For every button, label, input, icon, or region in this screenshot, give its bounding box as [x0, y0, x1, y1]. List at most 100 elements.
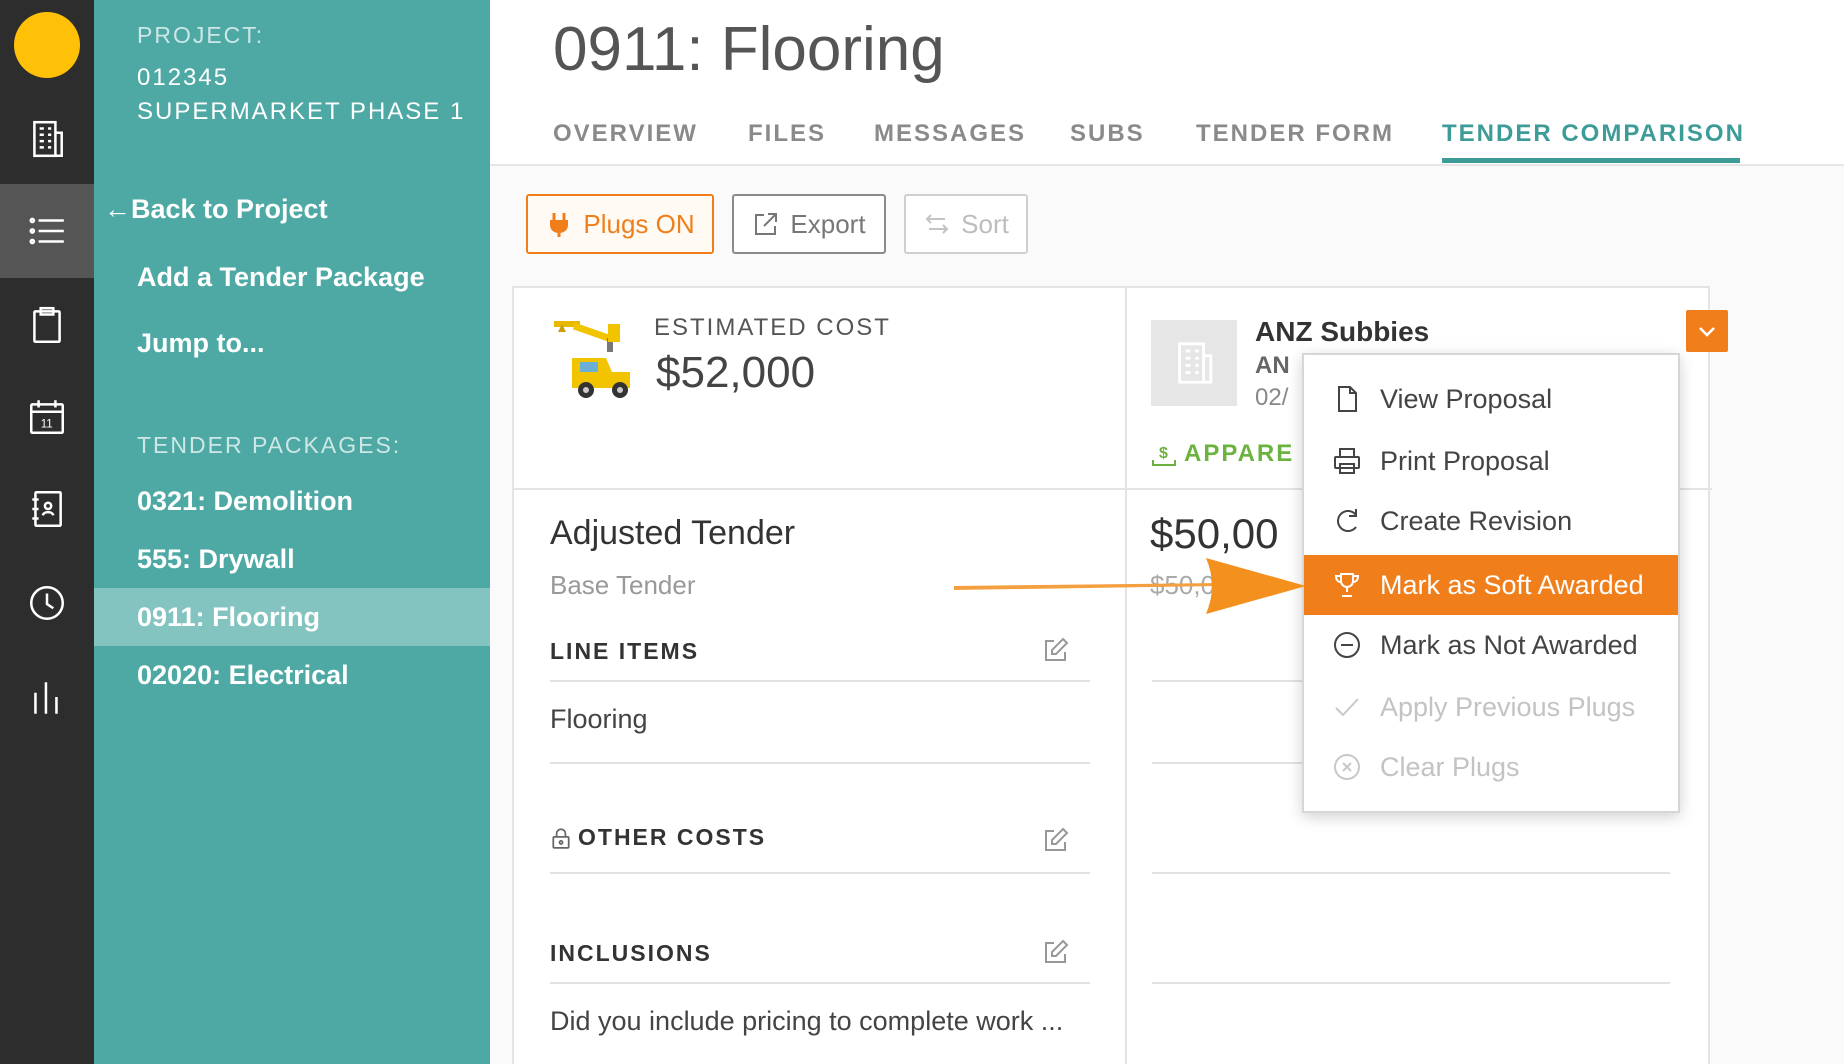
clock-icon [29, 585, 65, 621]
arrow-left-icon: ← [104, 194, 131, 224]
list-icon [29, 217, 64, 245]
rail-item-calendar[interactable]: 11 [0, 370, 94, 464]
back-to-project-link[interactable]: ←Back to Project [104, 194, 328, 225]
menu-item-create-revision[interactable]: Create Revision [1304, 491, 1678, 551]
menu-item-apply-previous-plugs[interactable]: Apply Previous Plugs [1304, 677, 1678, 737]
estimated-cost-label: ESTIMATED COST [654, 314, 891, 341]
tender-packages-label: TENDER PACKAGES: [137, 432, 402, 458]
building-icon [33, 120, 63, 158]
dollar-tray-icon: $ [1152, 445, 1176, 466]
bidder-logo [1151, 320, 1237, 406]
tab-subs[interactable]: SUBS [1070, 120, 1145, 148]
base-tender-label: Base Tender [550, 570, 696, 600]
divider [1152, 872, 1670, 874]
add-tender-package-link[interactable]: Add a Tender Package [137, 262, 425, 293]
bar-chart-icon [34, 682, 58, 714]
tab-messages[interactable]: MESSAGES [874, 120, 1026, 148]
menu-item-print-proposal[interactable]: Print Proposal [1304, 431, 1678, 491]
sort-label: Sort [961, 208, 1009, 239]
inclusions-label: INCLUSIONS [550, 940, 712, 966]
tab-tender-form[interactable]: TENDER FORM [1196, 120, 1394, 148]
lock-icon [552, 827, 570, 849]
printer-icon [1334, 448, 1360, 474]
page-title: 0911: Flooring [553, 15, 945, 84]
rail-item-tenders[interactable] [0, 184, 94, 278]
crane-truck-icon [554, 321, 630, 398]
menu-item-label: Clear Plugs [1380, 751, 1520, 782]
close-circle-icon [1334, 754, 1360, 780]
menu-item-label: Mark as Not Awarded [1380, 629, 1638, 660]
active-tab-indicator [1442, 158, 1740, 163]
project-name: SUPERMARKET PHASE 1 [137, 98, 466, 125]
trophy-icon [1334, 573, 1360, 597]
other-costs-text: OTHER COSTS [578, 824, 767, 850]
rail-item-reports[interactable] [0, 650, 94, 744]
edit-icon[interactable] [1042, 826, 1070, 854]
package-item-drywall[interactable]: 555: Drywall [94, 530, 490, 588]
menu-item-label: Create Revision [1380, 505, 1573, 536]
address-book-icon [32, 490, 62, 528]
edit-icon[interactable] [1042, 938, 1070, 966]
bidder-actions-menu: View Proposal Print Proposal Create Revi… [1302, 353, 1680, 813]
menu-item-view-proposal[interactable]: View Proposal [1304, 369, 1678, 429]
sort-button[interactable]: Sort [904, 194, 1028, 254]
inclusion-row: Did you include pricing to complete work… [550, 1006, 1064, 1036]
menu-item-mark-soft-awarded[interactable]: Mark as Soft Awarded [1304, 555, 1678, 615]
package-item-flooring[interactable]: 0911: Flooring [94, 588, 490, 646]
building-icon [1178, 342, 1213, 384]
chevron-down-icon [1699, 327, 1715, 337]
jump-to-link[interactable]: Jump to... [137, 328, 265, 359]
check-icon [1335, 698, 1359, 717]
bidder-actions-dropdown-toggle[interactable] [1686, 310, 1728, 352]
tab-files[interactable]: FILES [748, 120, 826, 148]
bidder-status: $ APPARE [1150, 440, 1294, 468]
other-costs-label: OTHER COSTS [550, 824, 766, 851]
divider [550, 872, 1090, 874]
sort-arrows-icon [925, 214, 949, 234]
menu-item-label: View Proposal [1380, 383, 1553, 414]
icon-rail: 11 [0, 0, 94, 1064]
divider [550, 680, 1090, 682]
rail-item-contacts[interactable] [0, 462, 94, 556]
project-label: PROJECT: [137, 22, 265, 48]
callout-arrow [954, 558, 1306, 614]
svg-text:11: 11 [41, 419, 53, 431]
line-item-row: Flooring [550, 704, 648, 734]
package-item-electrical[interactable]: 02020: Electrical [94, 646, 490, 704]
bidder-name: ANZ Subbies [1255, 316, 1430, 347]
rail-item-projects[interactable] [0, 92, 94, 186]
plugs-label: Plugs ON [583, 208, 695, 239]
page-header: 0911: Flooring OVERVIEW FILES MESSAGES S… [490, 0, 1844, 166]
rail-item-clipboard[interactable] [0, 278, 94, 372]
document-icon [1338, 386, 1357, 412]
svg-text:$: $ [1159, 445, 1170, 462]
tab-overview[interactable]: OVERVIEW [553, 120, 698, 148]
minus-circle-icon [1334, 632, 1360, 658]
divider [550, 762, 1090, 764]
clipboard-icon [33, 306, 61, 344]
plug-icon [550, 213, 569, 237]
back-to-project-label: Back to Project [131, 194, 328, 224]
menu-item-label: Print Proposal [1380, 445, 1550, 476]
project-number: 012345 [137, 64, 230, 91]
menu-item-mark-not-awarded[interactable]: Mark as Not Awarded [1304, 615, 1678, 675]
menu-item-label: Mark as Soft Awarded [1380, 569, 1644, 600]
package-item-demolition[interactable]: 0321: Demolition [94, 472, 490, 530]
menu-item-label: Apply Previous Plugs [1380, 691, 1636, 722]
menu-item-clear-plugs[interactable]: Clear Plugs [1304, 737, 1678, 797]
edit-icon[interactable] [1042, 636, 1070, 664]
export-button[interactable]: Export [732, 194, 886, 254]
column-divider [1125, 288, 1127, 1064]
user-avatar[interactable] [14, 12, 80, 78]
tab-tender-comparison[interactable]: TENDER COMPARISON [1442, 120, 1745, 148]
external-link-icon [755, 213, 778, 235]
plugs-toggle-button[interactable]: Plugs ON [526, 194, 714, 254]
project-sidebar: PROJECT: 012345 SUPERMARKET PHASE 1 ←Bac… [94, 0, 490, 1064]
bidder-date: 02/ [1255, 384, 1289, 411]
adjusted-tender-title: Adjusted Tender [550, 514, 796, 552]
divider [550, 982, 1090, 984]
divider [1152, 982, 1670, 984]
rail-item-history[interactable] [0, 556, 94, 650]
calendar-icon: 11 [29, 400, 65, 435]
refresh-icon [1337, 509, 1357, 532]
